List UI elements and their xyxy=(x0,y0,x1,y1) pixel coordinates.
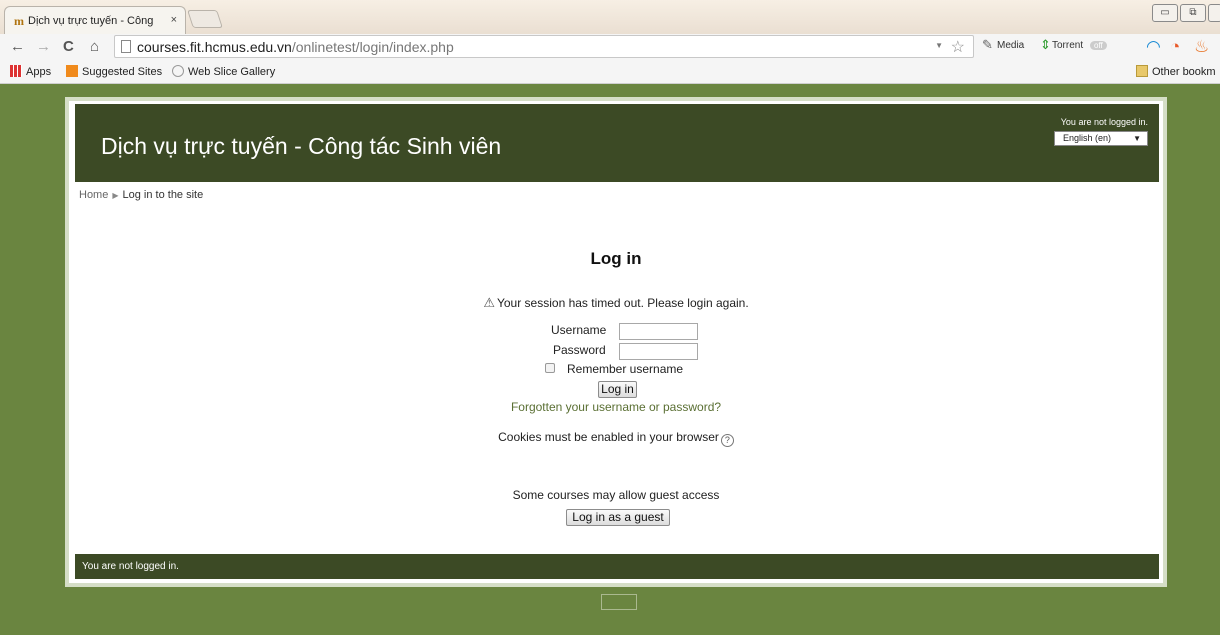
bookmark-suggested-label: Suggested Sites xyxy=(82,66,163,78)
headphones-extension-icon[interactable]: ◠ xyxy=(1146,37,1161,57)
breadcrumb: Home ▶ Log in to the site xyxy=(79,189,203,201)
url-host: courses.fit.hcmus.edu.vn xyxy=(137,39,292,55)
browser-tab[interactable]: m Dịch vụ trực tuyến - Công × xyxy=(4,6,186,34)
bookmark-suggested-sites[interactable]: Suggested Sites xyxy=(66,65,162,78)
forward-icon[interactable]: → xyxy=(36,38,51,55)
bookmark-apps[interactable]: Apps xyxy=(10,65,51,78)
torrent-extension-label[interactable]: Torrent xyxy=(1052,40,1083,51)
help-icon[interactable]: ? xyxy=(720,434,734,447)
bookmark-other[interactable]: Other bookm xyxy=(1136,65,1216,78)
moodle-favicon-icon: m xyxy=(14,14,24,28)
reload-icon[interactable]: C xyxy=(63,38,74,55)
torrent-badge: off xyxy=(1090,41,1107,50)
close-window-icon[interactable] xyxy=(1208,4,1220,22)
web-slice-icon xyxy=(172,65,184,77)
circle-extension-icon[interactable]: ◔ xyxy=(1170,37,1180,57)
media-extension-icon[interactable]: ✎ xyxy=(982,37,993,53)
forgot-password-link[interactable]: Forgotten your username or password? xyxy=(69,400,1163,414)
tab-close-icon[interactable]: × xyxy=(171,14,177,26)
header-login-info: You are not logged in. xyxy=(1060,117,1148,127)
home-icon[interactable]: ⌂ xyxy=(90,38,99,55)
tab-title: Dịch vụ trực tuyến - Công xyxy=(28,15,154,27)
site-title[interactable]: Dịch vụ trực tuyến - Công tác Sinh viên xyxy=(101,133,501,160)
site-header: Dịch vụ trực tuyến - Công tác Sinh viên … xyxy=(75,104,1159,182)
torrent-extension-icon[interactable]: ⇕ xyxy=(1040,37,1051,53)
apps-grid-icon xyxy=(10,65,22,77)
language-value: English (en) xyxy=(1063,133,1112,143)
bookmark-star-icon[interactable]: ☆ xyxy=(951,37,965,57)
page-bottom-element xyxy=(601,594,637,610)
chevron-down-icon: ▼ xyxy=(1133,134,1141,143)
suggested-sites-icon xyxy=(66,65,78,77)
password-input[interactable] xyxy=(619,343,698,360)
url-path: /onlinetest/login/index.php xyxy=(291,39,454,55)
bookmark-web-slice[interactable]: Web Slice Gallery xyxy=(172,65,275,78)
session-message: ⚠ Your session has timed out. Please logi… xyxy=(69,295,1163,311)
breadcrumb-home-link[interactable]: Home xyxy=(79,189,108,201)
browser-toolbar: ← → C ⌂ courses.fit.hcmus.edu.vn/onlinet… xyxy=(0,34,1220,60)
login-button[interactable]: Log in xyxy=(598,381,637,398)
browser-tabstrip: m Dịch vụ trực tuyến - Công × ▭ ⧉ xyxy=(0,0,1220,34)
footer-login-info: You are not logged in. xyxy=(82,561,179,572)
page-icon xyxy=(121,40,131,53)
breadcrumb-current: Log in to the site xyxy=(122,189,204,201)
page-container: Dịch vụ trực tuyến - Công tác Sinh viên … xyxy=(65,97,1167,587)
minimize-icon[interactable]: ▭ xyxy=(1152,4,1178,22)
remember-username-checkbox[interactable] xyxy=(545,363,555,373)
guest-login-button[interactable]: Log in as a guest xyxy=(566,509,670,526)
cookies-notice: Cookies must be enabled in your browser? xyxy=(69,430,1163,447)
address-bar[interactable]: courses.fit.hcmus.edu.vn/onlinetest/logi… xyxy=(114,35,974,58)
url-text: courses.fit.hcmus.edu.vn/onlinetest/logi… xyxy=(137,39,454,55)
cookies-text: Cookies must be enabled in your browser xyxy=(498,430,719,444)
password-label: Password xyxy=(553,343,606,357)
dropdown-arrow-icon[interactable]: ▼ xyxy=(935,41,943,50)
language-select[interactable]: English (en) ▼ xyxy=(1054,131,1148,146)
site-footer: You are not logged in. xyxy=(75,554,1159,579)
folder-icon xyxy=(1136,65,1148,77)
breadcrumb-separator-icon: ▶ xyxy=(112,191,119,200)
guest-access-text: Some courses may allow guest access xyxy=(512,488,720,502)
flame-extension-icon[interactable]: ♨ xyxy=(1194,37,1209,57)
bookmarks-bar: Apps Suggested Sites Web Slice Gallery O… xyxy=(0,60,1220,84)
login-heading: Log in xyxy=(590,249,642,268)
restore-icon[interactable]: ⧉ xyxy=(1180,4,1206,22)
warning-icon: ⚠ xyxy=(483,295,495,310)
username-input[interactable] xyxy=(619,323,698,340)
session-message-text: Your session has timed out. Please login… xyxy=(496,296,749,310)
bookmark-other-label: Other bookm xyxy=(1152,66,1216,78)
username-label: Username xyxy=(551,323,607,337)
remember-username-label: Remember username xyxy=(567,362,684,376)
media-extension-label[interactable]: Media xyxy=(997,40,1024,51)
back-icon[interactable]: ← xyxy=(10,38,25,55)
new-tab-button[interactable] xyxy=(187,10,223,28)
bookmark-apps-label: Apps xyxy=(26,66,52,78)
bookmark-web-slice-label: Web Slice Gallery xyxy=(188,66,276,78)
